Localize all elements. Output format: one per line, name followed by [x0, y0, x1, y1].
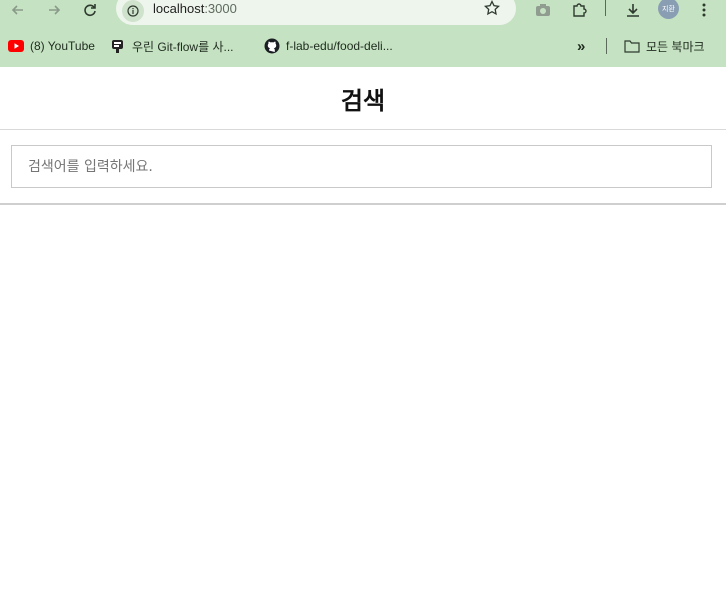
profile-avatar[interactable]: 지환 [658, 0, 679, 19]
address-url[interactable]: localhost:3000 [153, 1, 237, 16]
forward-button[interactable] [42, 0, 66, 20]
downloads-button[interactable] [621, 0, 645, 20]
bookmark-github[interactable]: f-lab-edu/food-deli... [264, 36, 393, 56]
all-bookmarks-label: 모든 북마크 [646, 39, 705, 54]
address-bar[interactable]: localhost:3000 [116, 0, 516, 25]
more-vertical-icon [702, 3, 706, 17]
puzzle-icon [573, 3, 587, 17]
bookmarks-bar: (8) YouTube 우린 Git-flow를 사... f-lab-edu/… [0, 33, 726, 59]
page-title: 검색 [340, 86, 386, 115]
github-icon [264, 38, 280, 54]
bookmark-star-icon[interactable] [483, 0, 502, 18]
site-icon [110, 38, 126, 54]
reload-icon [84, 4, 96, 17]
bookmark-label: f-lab-edu/food-deli... [286, 39, 393, 53]
bookmark-label: 우린 Git-flow를 사... [132, 39, 234, 54]
all-bookmarks-folder[interactable]: 모든 북마크 [624, 36, 705, 56]
youtube-icon [8, 38, 24, 54]
search-section [0, 130, 726, 205]
bookmark-git-flow[interactable]: 우린 Git-flow를 사... [110, 36, 234, 56]
bookmark-youtube[interactable]: (8) YouTube [8, 36, 95, 56]
page-header: 검색 [0, 67, 726, 130]
bookmarks-divider [606, 38, 607, 54]
browser-chrome: localhost:3000 지환 (8) YouTube 우린 Git-flo… [0, 0, 726, 67]
folder-icon [624, 38, 640, 54]
arrow-right-icon [49, 5, 61, 15]
site-info-icon[interactable] [122, 0, 144, 22]
reload-button[interactable] [78, 0, 102, 20]
search-input[interactable] [11, 145, 712, 188]
arrow-left-icon [11, 5, 23, 15]
bookmarks-overflow-button[interactable]: » [577, 36, 585, 56]
extensions-button[interactable] [567, 0, 591, 20]
bookmark-label: (8) YouTube [30, 39, 95, 53]
browser-toolbar: localhost:3000 지환 [0, 0, 726, 26]
url-port: :3000 [204, 1, 237, 16]
url-host: localhost [153, 1, 205, 16]
download-icon [627, 4, 639, 17]
menu-button[interactable] [692, 0, 716, 20]
screenshot-button[interactable] [531, 0, 555, 20]
toolbar-divider [605, 0, 606, 16]
camera-icon [536, 4, 550, 16]
back-button[interactable] [6, 0, 30, 20]
